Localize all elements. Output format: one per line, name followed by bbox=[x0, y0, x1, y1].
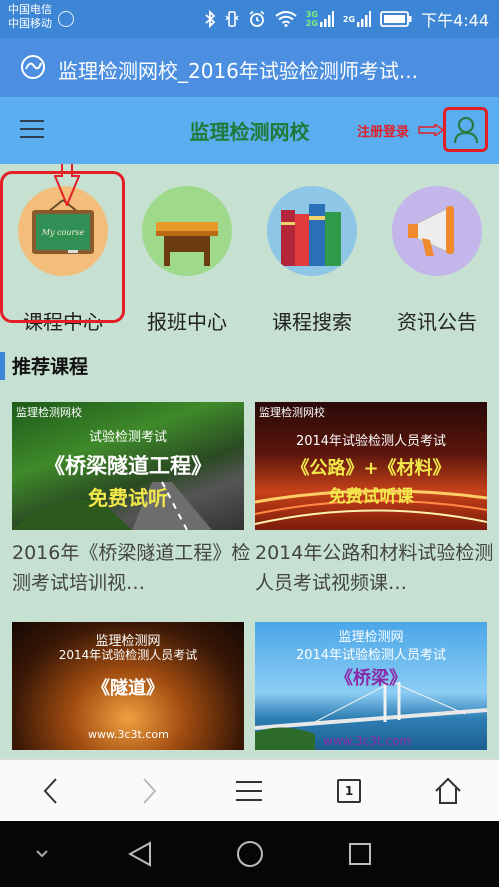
course-card[interactable]: 监理检测网 2014年试验检测人员考试 《桥梁》 www.3c3t.com bbox=[255, 622, 487, 759]
register-login-link[interactable]: 注册登录 bbox=[357, 121, 409, 140]
course-thumbnail: 监理检测网校 试验检测考试 《桥梁隧道工程》 免费试听 bbox=[12, 402, 244, 530]
browser-title-bar: 监理检测网校_2016年试验检测师考试... bbox=[0, 38, 499, 97]
course-title: 2014年公路和材料试验检测人员考试视频课… bbox=[255, 542, 494, 594]
section-marker bbox=[0, 352, 5, 380]
course-thumbnail: 监理检测网校 2014年试验检测人员考试 《公路》+《材料》 免费试听课 bbox=[255, 402, 487, 530]
course-card[interactable]: 监理检测网 2014年试验检测人员考试 《隧道》 www.3c3t.com bbox=[12, 622, 244, 759]
system-recents-button[interactable] bbox=[346, 840, 374, 868]
hamburger-icon bbox=[236, 781, 262, 801]
nav-course-search[interactable]: 课程搜索 bbox=[257, 186, 367, 334]
signal-icon-2 bbox=[357, 11, 372, 27]
thumbnail-line1b: 2014年试验检测人员考试 bbox=[295, 648, 447, 663]
wifi-icon bbox=[275, 11, 297, 27]
desk-icon bbox=[142, 186, 232, 276]
section-title: 推荐课程 bbox=[12, 356, 89, 378]
user-icon bbox=[453, 116, 478, 143]
signal-icon-1 bbox=[319, 11, 334, 27]
thumbnail-line3: 免费试听课 bbox=[328, 487, 414, 507]
thumbnail-brand: 监理检测网校 bbox=[259, 406, 325, 419]
thumbnail-line1: 试验检测考试 bbox=[88, 430, 167, 445]
system-back-button[interactable] bbox=[126, 840, 154, 868]
site-header: 监理检测网校 注册登录 bbox=[0, 97, 499, 164]
thumbnail-line3: 免费试听 bbox=[88, 486, 168, 510]
tabs-button[interactable]: 1 bbox=[333, 775, 365, 807]
course-thumbnail: 监理检测网 2014年试验检测人员考试 《桥梁》 www.3c3t.com bbox=[255, 622, 487, 750]
course-card[interactable]: 监理检测网校 试验检测考试 《桥梁隧道工程》 免费试听 2016年《桥梁隧道工程… bbox=[12, 402, 250, 602]
browser-toolbar: 1 bbox=[0, 759, 499, 821]
site-favicon-icon bbox=[21, 55, 45, 79]
chevron-down-icon bbox=[36, 850, 48, 858]
nav-news[interactable]: 资讯公告 bbox=[382, 186, 492, 334]
hide-nav-button[interactable] bbox=[28, 840, 56, 868]
user-button[interactable] bbox=[443, 107, 488, 152]
course-thumbnail: 监理检测网 2014年试验检测人员考试 《隧道》 www.3c3t.com bbox=[12, 622, 244, 750]
thumbnail-brand: 监理检测网校 bbox=[16, 406, 82, 419]
alarm-icon bbox=[249, 10, 265, 27]
chevron-right-icon bbox=[143, 778, 157, 804]
nav-label: 课程搜索 bbox=[272, 310, 352, 334]
megaphone-icon bbox=[392, 186, 482, 276]
thumbnail-line1: 2014年试验检测人员考试 bbox=[295, 434, 447, 449]
notification-icon bbox=[58, 11, 74, 27]
triangle-back-icon bbox=[128, 841, 151, 867]
main-content: My course 课程中心 报班中心 课程搜索 资讯公告 推荐课程 监理检测网… bbox=[0, 164, 499, 759]
thumbnail-line1: 监理检测网 bbox=[338, 630, 404, 645]
back-button[interactable] bbox=[34, 775, 66, 807]
system-nav-bar bbox=[0, 821, 499, 887]
home-icon bbox=[435, 777, 461, 804]
thumbnail-url: www.3c3t.com bbox=[323, 734, 412, 748]
arrow-right-icon bbox=[418, 124, 444, 136]
thumbnail-line2: 《桥梁》 bbox=[335, 668, 407, 689]
nav-label: 报班中心 bbox=[147, 310, 227, 334]
carrier-2: 中国移动 bbox=[8, 17, 52, 30]
network-badge-1: 3G bbox=[305, 10, 318, 19]
bluetooth-icon bbox=[205, 10, 216, 28]
carrier-1: 中国电信 bbox=[8, 3, 52, 16]
chevron-left-icon bbox=[43, 778, 57, 804]
carrier-info: 中国电信 中国移动 bbox=[8, 3, 52, 31]
nav-label: 资讯公告 bbox=[397, 310, 477, 334]
thumbnail-line2: 《公路》+《材料》 bbox=[291, 458, 451, 479]
thumbnail-line1b: 2014年试验检测人员考试 bbox=[58, 648, 198, 662]
square-recents-icon bbox=[349, 843, 371, 865]
page-title: 监理检测网校_2016年试验检测师考试... bbox=[58, 59, 418, 83]
thumbnail-url: www.3c3t.com bbox=[88, 728, 169, 741]
tab-count: 1 bbox=[337, 779, 361, 803]
system-home-button[interactable] bbox=[236, 840, 264, 868]
network-badge-2: 2G bbox=[305, 19, 318, 28]
status-icons: 3G 2G 2G 下午4:44 bbox=[204, 6, 489, 32]
status-bar: 中国电信 中国移动 3G 2G 2G 下午4:44 bbox=[0, 0, 499, 38]
network-badge-3: 2G bbox=[342, 14, 356, 24]
annotation-down-arrow-icon bbox=[54, 164, 80, 206]
battery-icon bbox=[380, 11, 412, 27]
nav-class-registration[interactable]: 报班中心 bbox=[132, 186, 242, 334]
thumbnail-line2: 《隧道》 bbox=[92, 678, 164, 699]
clock: 下午4:44 bbox=[421, 11, 489, 30]
menu-toolbar-button[interactable] bbox=[233, 775, 265, 807]
thumbnail-line2: 《桥梁隧道工程》 bbox=[44, 454, 212, 478]
course-card[interactable]: 监理检测网校 2014年试验检测人员考试 《公路》+《材料》 免费试听课 201… bbox=[255, 402, 493, 602]
books-icon bbox=[267, 186, 357, 276]
home-button[interactable] bbox=[432, 775, 464, 807]
forward-button[interactable] bbox=[134, 775, 166, 807]
vibrate-icon bbox=[225, 11, 239, 27]
circle-home-icon bbox=[237, 841, 263, 867]
course-title: 2016年《桥梁隧道工程》检测考试培训视… bbox=[12, 542, 251, 594]
